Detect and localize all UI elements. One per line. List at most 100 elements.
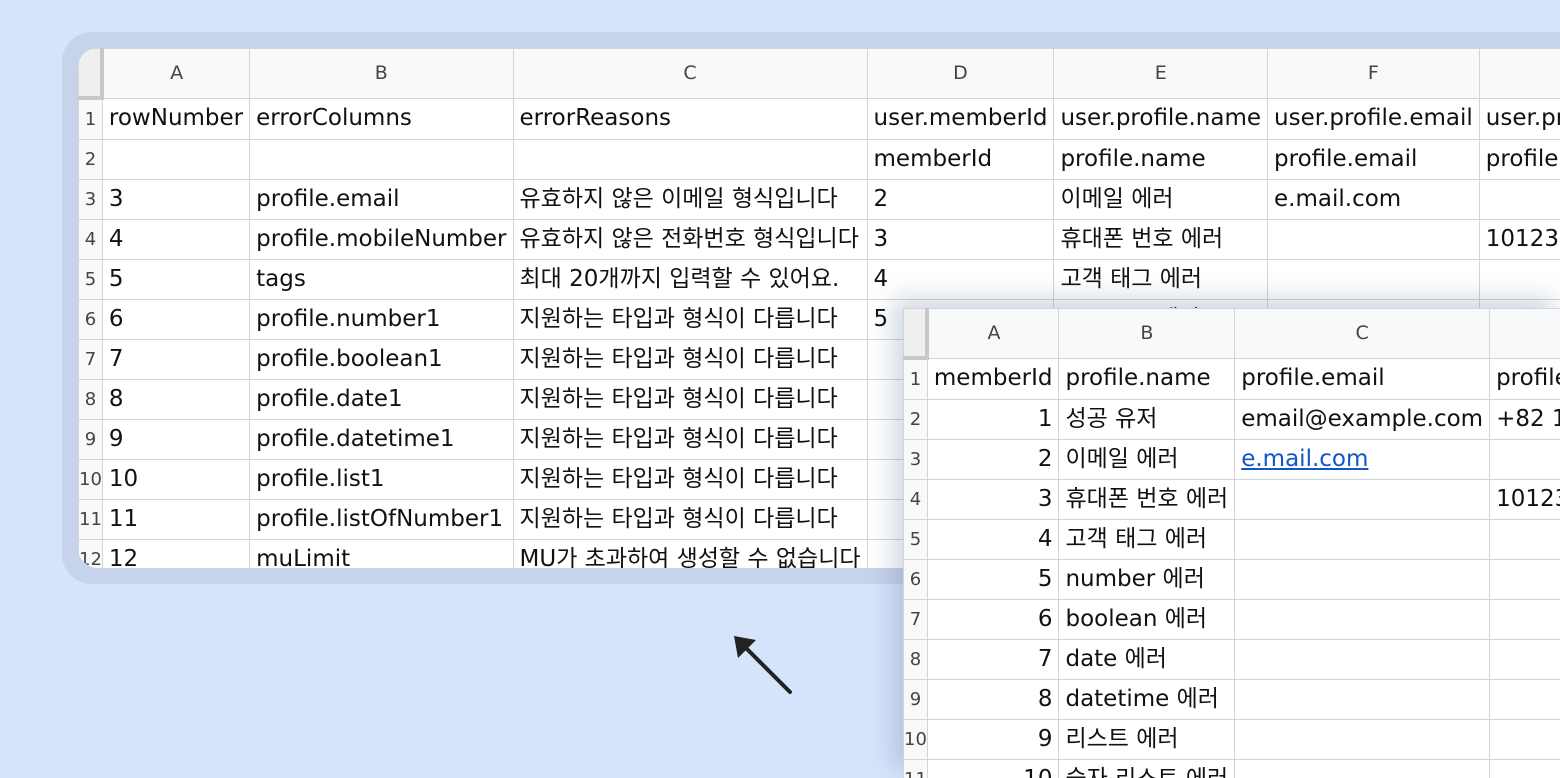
- column-header-b[interactable]: B: [1059, 309, 1235, 359]
- column-header-c[interactable]: C: [1235, 309, 1490, 359]
- cell[interactable]: 리스트 에러: [1059, 720, 1235, 760]
- cell[interactable]: [1490, 560, 1560, 600]
- cell[interactable]: 고객 태그 에러: [1059, 520, 1235, 560]
- cell[interactable]: profile.datetime1: [250, 420, 513, 460]
- cell[interactable]: errorColumns: [250, 98, 513, 140]
- cell[interactable]: 지원하는 타입과 형식이 다릅니다: [513, 420, 867, 460]
- cell[interactable]: profile.mobileNumber: [1479, 140, 1560, 180]
- cell[interactable]: +82 10: [1490, 400, 1560, 440]
- cell[interactable]: [513, 140, 867, 180]
- cell[interactable]: 2: [927, 440, 1059, 480]
- cell[interactable]: 10: [102, 460, 249, 500]
- cell[interactable]: 성공 유저: [1059, 400, 1235, 440]
- cell[interactable]: 3: [867, 220, 1054, 260]
- email-link[interactable]: e.mail.com: [1235, 440, 1490, 480]
- row-header[interactable]: 7: [904, 600, 928, 640]
- cell[interactable]: memberId: [927, 358, 1059, 400]
- cell[interactable]: 9: [102, 420, 249, 460]
- cell[interactable]: 5: [927, 560, 1059, 600]
- cell[interactable]: 7: [927, 640, 1059, 680]
- cell[interactable]: MU가 초과하여 생성할 수 없습니다: [513, 540, 867, 569]
- cell[interactable]: [1490, 600, 1560, 640]
- cell[interactable]: 지원하는 타입과 형식이 다릅니다: [513, 340, 867, 380]
- column-header-g[interactable]: G: [1479, 49, 1560, 99]
- cell[interactable]: [1235, 760, 1490, 778]
- cell[interactable]: 6: [927, 600, 1059, 640]
- cell[interactable]: user.profile.mobileNumber: [1479, 98, 1560, 140]
- cell[interactable]: 4: [867, 260, 1054, 300]
- row-header[interactable]: 7: [79, 340, 103, 380]
- row-header[interactable]: 9: [79, 420, 103, 460]
- cell[interactable]: date 에러: [1059, 640, 1235, 680]
- row-header[interactable]: 8: [79, 380, 103, 420]
- cell[interactable]: [1235, 600, 1490, 640]
- row-header[interactable]: 3: [904, 440, 928, 480]
- column-header-d[interactable]: D: [867, 49, 1054, 99]
- cell[interactable]: 5: [102, 260, 249, 300]
- cell[interactable]: [102, 140, 249, 180]
- cell[interactable]: profile.number1: [250, 300, 513, 340]
- cell[interactable]: profile.mobileNumber: [1490, 358, 1560, 400]
- row-header[interactable]: 4: [79, 220, 103, 260]
- cell[interactable]: datetime 에러: [1059, 680, 1235, 720]
- cell[interactable]: [1490, 640, 1560, 680]
- cell[interactable]: [1235, 520, 1490, 560]
- cell[interactable]: profile.listOfNumber1: [250, 500, 513, 540]
- column-header-a[interactable]: A: [927, 309, 1059, 359]
- row-header[interactable]: 5: [904, 520, 928, 560]
- row-header[interactable]: 10: [79, 460, 103, 500]
- cell[interactable]: 고객 태그 에러: [1054, 260, 1268, 300]
- cell[interactable]: muLimit: [250, 540, 513, 569]
- cell[interactable]: [1235, 560, 1490, 600]
- cell[interactable]: 숫자 리스트 에러: [1059, 760, 1235, 778]
- cell[interactable]: memberId: [867, 140, 1054, 180]
- cell[interactable]: 지원하는 타입과 형식이 다릅니다: [513, 500, 867, 540]
- row-header[interactable]: 11: [904, 760, 928, 778]
- cell[interactable]: 4: [927, 520, 1059, 560]
- cell[interactable]: profile.date1: [250, 380, 513, 420]
- column-header-c[interactable]: C: [513, 49, 867, 99]
- row-header[interactable]: 9: [904, 680, 928, 720]
- cell[interactable]: 1: [927, 400, 1059, 440]
- cell[interactable]: [1490, 440, 1560, 480]
- cell[interactable]: [1235, 720, 1490, 760]
- cell[interactable]: 9: [927, 720, 1059, 760]
- column-header-f[interactable]: F: [1268, 49, 1480, 99]
- cell[interactable]: [1479, 180, 1560, 220]
- cell[interactable]: 이메일 에러: [1054, 180, 1268, 220]
- cell[interactable]: 지원하는 타입과 형식이 다릅니다: [513, 460, 867, 500]
- cell[interactable]: profile.name: [1054, 140, 1268, 180]
- cell[interactable]: [1490, 680, 1560, 720]
- cell[interactable]: profile.boolean1: [250, 340, 513, 380]
- cell[interactable]: 11: [102, 500, 249, 540]
- cell[interactable]: user.profile.name: [1054, 98, 1268, 140]
- cell[interactable]: 지원하는 타입과 형식이 다릅니다: [513, 380, 867, 420]
- row-header[interactable]: 6: [79, 300, 103, 340]
- cell[interactable]: 7: [102, 340, 249, 380]
- cell[interactable]: 10: [927, 760, 1059, 778]
- cell[interactable]: [1490, 760, 1560, 778]
- cell[interactable]: [1490, 720, 1560, 760]
- cell[interactable]: profile.email: [1235, 358, 1490, 400]
- cell[interactable]: [1235, 640, 1490, 680]
- cell[interactable]: [1490, 520, 1560, 560]
- cell[interactable]: number 에러: [1059, 560, 1235, 600]
- cell[interactable]: 유효하지 않은 전화번호 형식입니다: [513, 220, 867, 260]
- cell[interactable]: 3: [102, 180, 249, 220]
- cell[interactable]: 10123: [1479, 220, 1560, 260]
- cell[interactable]: email@example.com: [1235, 400, 1490, 440]
- cell[interactable]: 8: [927, 680, 1059, 720]
- cell[interactable]: 10123: [1490, 480, 1560, 520]
- cell[interactable]: rowNumber: [102, 98, 249, 140]
- cell[interactable]: 6: [102, 300, 249, 340]
- cell[interactable]: [1268, 260, 1480, 300]
- row-header[interactable]: 2: [904, 400, 928, 440]
- cell[interactable]: profile.name: [1059, 358, 1235, 400]
- row-header[interactable]: 5: [79, 260, 103, 300]
- cell[interactable]: [1268, 220, 1480, 260]
- cell[interactable]: 2: [867, 180, 1054, 220]
- cell[interactable]: [1235, 680, 1490, 720]
- row-header[interactable]: 3: [79, 180, 103, 220]
- column-header-a[interactable]: A: [102, 49, 249, 99]
- row-header[interactable]: 6: [904, 560, 928, 600]
